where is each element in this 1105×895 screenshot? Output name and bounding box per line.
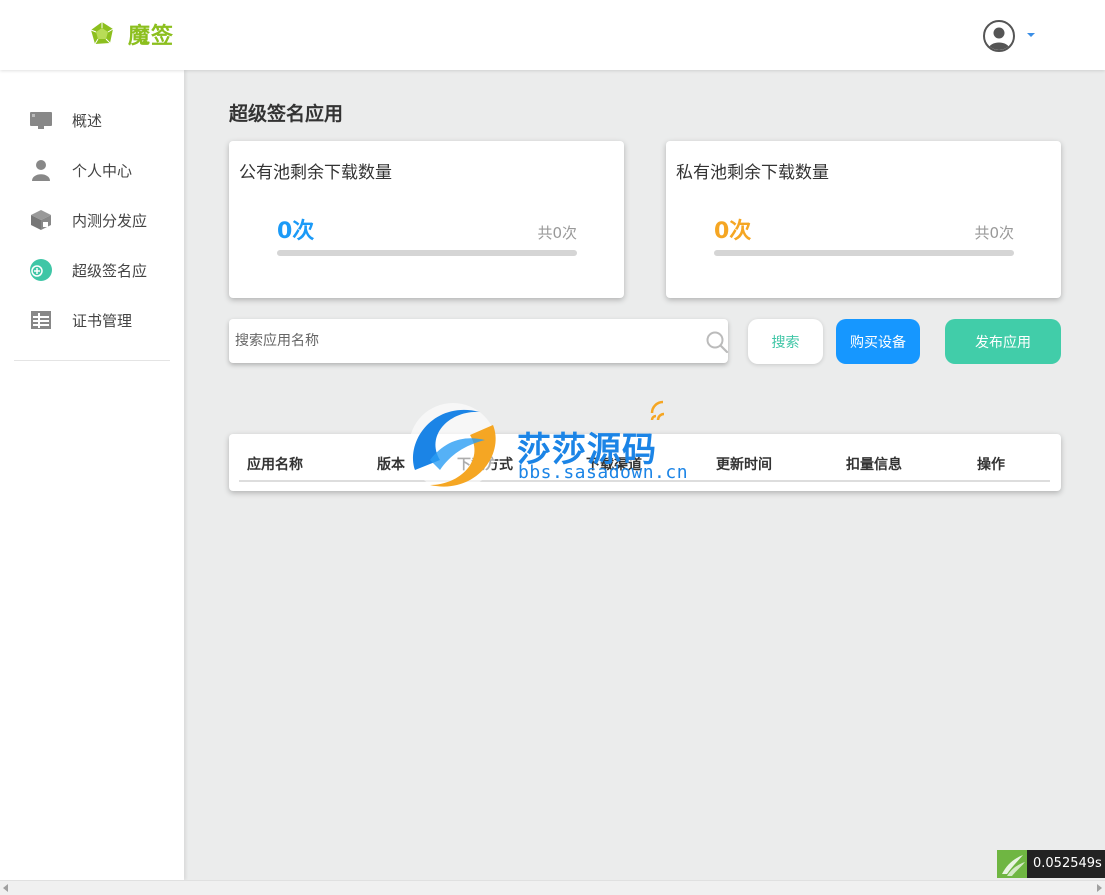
publish-app-button[interactable]: 发布应用 xyxy=(945,319,1061,364)
package-icon xyxy=(31,210,51,230)
watermark-logo-icon xyxy=(409,403,497,491)
scroll-right-icon[interactable] xyxy=(1097,884,1102,892)
horizontal-scrollbar[interactable] xyxy=(0,880,1105,895)
table-header-actions[interactable]: 操作 xyxy=(977,454,1005,474)
signal-icon xyxy=(650,400,665,421)
sidebar-item-label: 内测分发应 xyxy=(72,212,148,230)
sidebar-item-certificates[interactable]: 证书管理 xyxy=(0,295,184,345)
sidebar-item-beta-distribution[interactable]: 内测分发应 xyxy=(0,195,184,245)
search-input[interactable] xyxy=(233,319,693,363)
private-pool-card: 私有池剩余下载数量 0次 共0次 xyxy=(666,141,1061,298)
chevron-down-icon[interactable] xyxy=(1027,33,1035,37)
page-title: 超级签名应用 xyxy=(229,103,344,125)
watermark-url: bbs.sasadown.cn xyxy=(518,462,689,483)
private-pool-progress xyxy=(714,250,1014,256)
public-pool-total: 共0次 xyxy=(537,224,577,242)
sidebar: 概述 个人中心 内测分发应 超级签名应 证书管理 xyxy=(0,70,184,880)
logo-text: 魔签 xyxy=(128,24,175,49)
user-avatar-icon[interactable] xyxy=(983,20,1015,52)
table-header-update-time[interactable]: 更新时间 xyxy=(716,454,772,474)
search-button[interactable]: 搜索 xyxy=(748,319,823,364)
sidebar-item-super-sign[interactable]: 超级签名应 xyxy=(0,245,184,295)
scroll-left-icon[interactable] xyxy=(3,884,8,892)
search-icon[interactable] xyxy=(705,330,729,354)
sidebar-item-label: 个人中心 xyxy=(72,162,133,180)
public-pool-card: 公有池剩余下载数量 0次 共0次 xyxy=(229,141,624,298)
private-pool-total: 共0次 xyxy=(974,224,1014,242)
user-icon xyxy=(32,160,50,181)
search-box xyxy=(229,319,728,363)
buy-device-button[interactable]: 购买设备 xyxy=(836,319,920,364)
public-pool-progress xyxy=(277,250,577,256)
super-sign-icon xyxy=(30,259,52,281)
sidebar-divider xyxy=(14,360,170,361)
logo[interactable]: 魔签 xyxy=(89,18,174,50)
public-pool-title: 公有池剩余下载数量 xyxy=(239,163,392,183)
table-header-deduction-info[interactable]: 扣量信息 xyxy=(846,454,902,474)
public-pool-remaining: 0次 xyxy=(277,219,315,244)
sidebar-item-label: 概述 xyxy=(72,112,103,130)
polygon-logo-icon xyxy=(90,22,114,45)
certificate-icon xyxy=(31,311,51,329)
private-pool-title: 私有池剩余下载数量 xyxy=(676,163,829,183)
sidebar-nav: 概述 个人中心 内测分发应 超级签名应 证书管理 xyxy=(0,70,184,345)
sidebar-item-label: 证书管理 xyxy=(72,312,133,330)
table-header-version[interactable]: 版本 xyxy=(377,454,405,474)
sidebar-item-overview[interactable]: 概述 xyxy=(0,95,184,145)
private-pool-remaining: 0次 xyxy=(714,219,752,244)
execution-timer: 0.052549s xyxy=(1027,850,1105,878)
top-header: 魔签 xyxy=(0,0,1105,70)
sidebar-item-label: 超级签名应 xyxy=(72,262,148,280)
table-header-app-name[interactable]: 应用名称 xyxy=(247,454,303,474)
timer-logo-icon xyxy=(997,850,1027,878)
watermark: 莎莎源码 bbs.sasadown.cn xyxy=(405,400,705,495)
monitor-icon xyxy=(30,112,52,129)
sidebar-item-profile[interactable]: 个人中心 xyxy=(0,145,184,195)
